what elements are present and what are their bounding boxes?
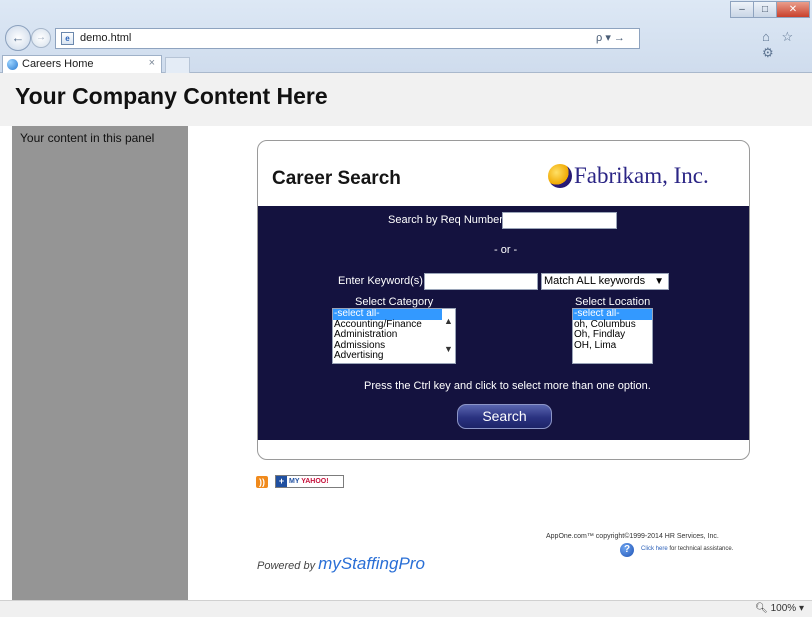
category-options: -select all- Accounting/Finance Administra… — [333, 309, 455, 362]
location-option[interactable]: OH, Lima — [573, 340, 652, 352]
career-search-widget: Career Search Fabrikam, Inc. Search by R… — [257, 140, 750, 460]
close-tab-icon[interactable]: × — [149, 57, 155, 69]
match-mode-select[interactable]: Match ALL keywords ▼ — [541, 273, 669, 290]
category-option[interactable]: Advertising — [333, 351, 455, 362]
tab-careers-home[interactable]: Careers Home × — [2, 55, 162, 73]
page-header: Your Company Content Here — [0, 73, 812, 126]
browser-chrome: – □ ✕ ← → e demo.html ρ ▾ → ⌂ ☆ ⚙ Career… — [0, 0, 812, 73]
widget-header: Career Search Fabrikam, Inc. — [258, 141, 749, 206]
address-text: demo.html — [80, 32, 132, 44]
help-suffix: for technical assistance. — [667, 546, 734, 552]
globe-logo-icon — [548, 164, 572, 188]
powered-by-logo[interactable]: Powered by myStaffingPro — [257, 554, 425, 574]
search-go-icon[interactable]: ρ ▾ → — [596, 31, 625, 44]
close-window-button[interactable]: ✕ — [776, 1, 810, 18]
zoom-icon: 🔍︎ — [755, 603, 768, 614]
multi-select-hint: Press the Ctrl key and click to select m… — [364, 380, 651, 392]
scroll-up-icon[interactable]: ▲ — [444, 316, 453, 326]
window-controls: – □ ✕ — [730, 1, 810, 18]
req-number-label: Search by Req Number — [388, 214, 503, 226]
tab-favicon-icon — [7, 59, 18, 70]
zoom-control[interactable]: 🔍︎ 100% ▾ — [755, 603, 804, 614]
rss-feed-icon[interactable]: )) — [256, 476, 268, 488]
help-text: Click here for technical assistance. — [641, 546, 733, 552]
page-title: Your Company Content Here — [15, 83, 328, 109]
help-link[interactable]: Click here — [641, 546, 668, 552]
keyword-label: Enter Keyword(s) — [338, 275, 423, 287]
logo-text: Fabrikam, Inc. — [574, 163, 709, 188]
match-mode-value: Match ALL keywords — [544, 275, 646, 287]
left-panel-text: Your content in this panel — [20, 131, 155, 145]
category-option[interactable]: -select all- — [333, 309, 455, 320]
add-to-my-yahoo-button[interactable]: + MY YAHOO! — [275, 475, 344, 488]
page-icon: e — [61, 32, 74, 45]
home-favorites-tools-icon[interactable]: ⌂ ☆ ⚙ — [762, 29, 812, 61]
myyahoo-prefix: MY — [289, 478, 300, 485]
tab-label: Careers Home — [22, 58, 94, 70]
status-bar: 🔍︎ 100% ▾ — [0, 600, 812, 617]
myyahoo-text: MY YAHOO! — [289, 478, 329, 485]
widget-title: Career Search — [272, 168, 401, 189]
left-panel: Your content in this panel — [12, 126, 188, 600]
back-button[interactable]: ← — [5, 25, 31, 51]
minimize-button[interactable]: – — [730, 1, 754, 18]
copyright-text: AppOne.com™ copyright©1999-2014 HR Servi… — [546, 533, 719, 540]
chevron-down-icon: ▼ — [654, 276, 664, 287]
zoom-level: 100% — [770, 603, 797, 614]
company-logo: Fabrikam, Inc. — [548, 161, 709, 191]
location-label: Select Location — [575, 296, 651, 308]
scroll-down-icon[interactable]: ▼ — [444, 344, 453, 354]
req-number-input[interactable] — [502, 212, 617, 229]
category-label: Select Category — [355, 296, 434, 308]
back-arrow-icon: ← — [11, 30, 25, 45]
powered-by-text: Powered by — [257, 560, 316, 572]
address-bar[interactable]: e demo.html — [55, 28, 640, 49]
new-tab-button[interactable] — [165, 57, 190, 73]
search-panel: Search by Req Number - or - Enter Keywor… — [258, 206, 749, 440]
category-scrollbar[interactable]: ▲ ▼ — [442, 309, 455, 363]
search-button[interactable]: Search — [457, 404, 552, 429]
keyword-input[interactable] — [424, 273, 538, 290]
maximize-button[interactable]: □ — [753, 1, 777, 18]
myyahoo-brand: YAHOO! — [301, 478, 329, 485]
or-separator: - or - — [494, 244, 518, 256]
forward-button[interactable]: → — [31, 28, 51, 48]
forward-arrow-icon: → — [36, 32, 46, 43]
help-icon[interactable]: ? — [620, 543, 634, 557]
category-listbox[interactable]: -select all- Accounting/Finance Administra… — [332, 308, 456, 364]
powered-by-brand: myStaffingPro — [318, 554, 425, 573]
location-options: -select all-oh, Columbus Oh, Findlay OH, L… — [573, 309, 652, 351]
plus-icon: + — [276, 476, 287, 487]
location-option[interactable]: -select all- — [573, 309, 652, 320]
location-listbox[interactable]: -select all-oh, Columbus Oh, Findlay OH, L… — [572, 308, 653, 364]
